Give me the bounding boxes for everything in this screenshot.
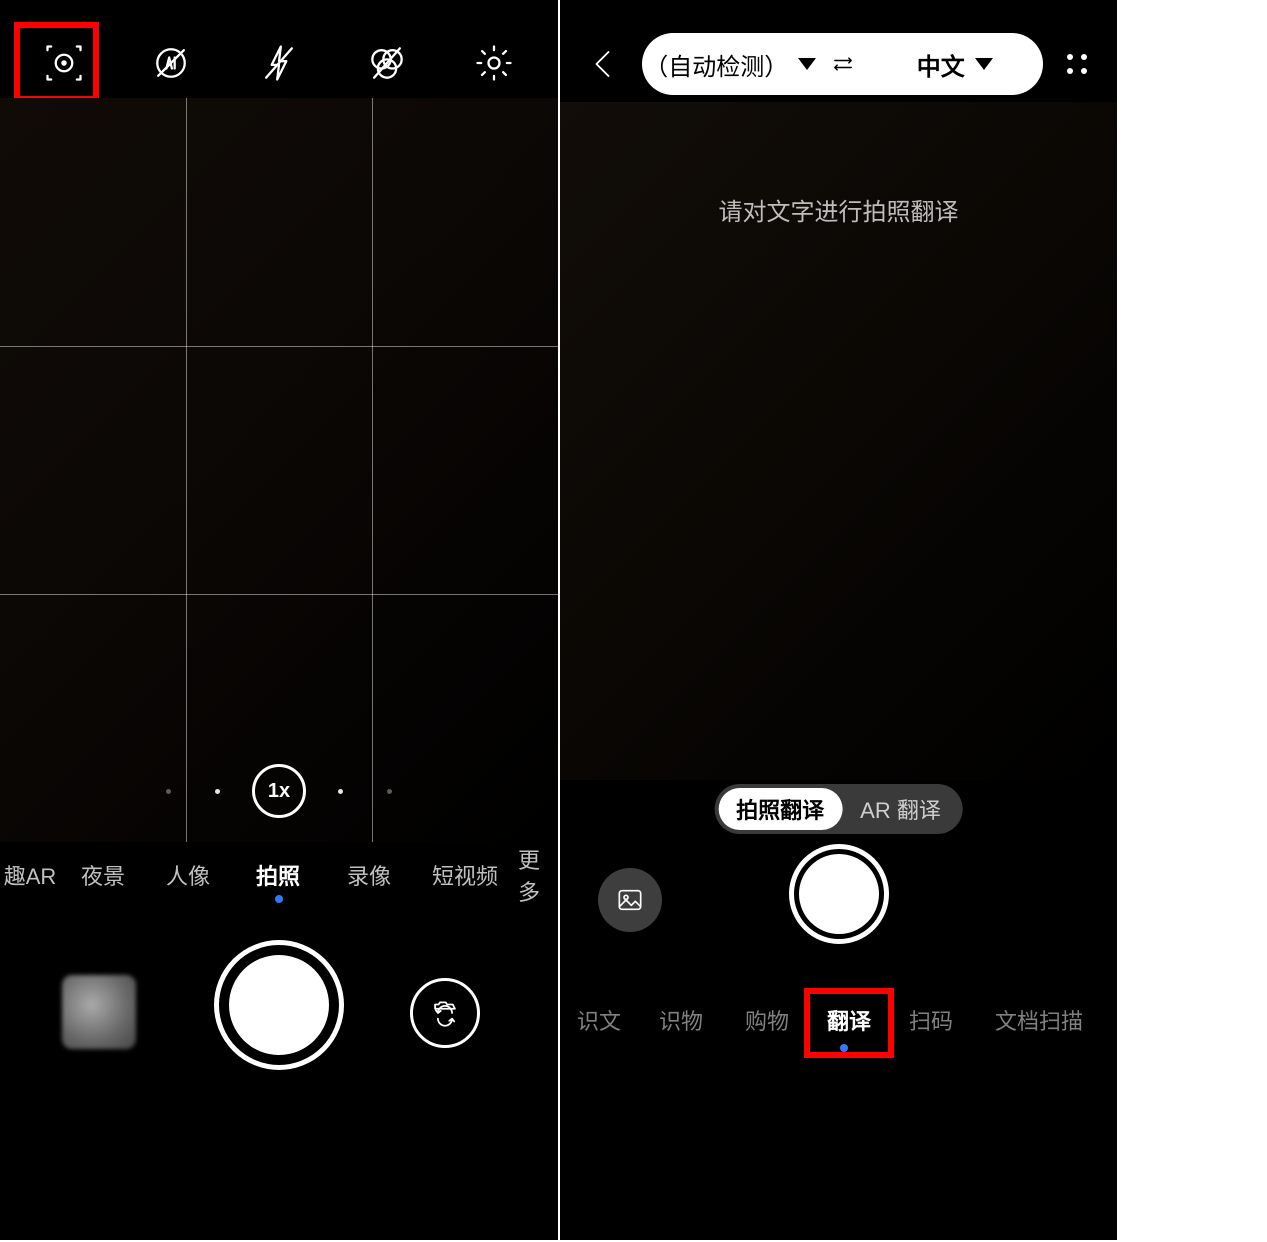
camera-mode-selector[interactable]: 趣AR 夜景 人像 拍照 录像 短视频 更多 [0,850,558,900]
capture-button[interactable] [789,844,889,944]
camera-app: 1x 趣AR 夜景 人像 拍照 录像 短视频 更多 [0,0,558,1240]
back-arrow-icon [586,46,622,82]
menu-button[interactable] [1055,54,1099,74]
zoom-step-dot [215,789,220,794]
mode-object[interactable]: 识物 [638,1000,724,1040]
source-language-dropdown[interactable]: （自动检测） [642,47,819,82]
instruction-text: 请对文字进行拍照翻译 [560,192,1117,227]
mode-short[interactable]: 短视频 [412,850,518,900]
scanner-app: （自动检测） 中文 [560,0,1117,1240]
translate-mode-switch[interactable]: 拍照翻译 AR 翻译 [714,784,963,834]
settings-icon [472,41,516,85]
mode-night[interactable]: 夜景 [60,850,146,900]
ai-off-icon [149,41,193,85]
zoom-level-badge[interactable]: 1x [252,764,306,818]
back-button[interactable] [578,38,630,90]
gallery-button[interactable] [598,868,662,932]
chevron-down-icon [975,58,993,70]
mode-qr[interactable]: 扫码 [888,1000,974,1040]
swap-icon [829,50,857,78]
mode-docscan[interactable]: 文档扫描 [974,1000,1104,1040]
mode-shopping[interactable]: 购物 [724,1000,810,1040]
filter-button[interactable] [357,33,417,93]
mode-photo[interactable]: 拍照 [230,850,326,900]
flash-button[interactable] [249,33,309,93]
target-language-dropdown[interactable]: 中文 [867,47,1044,82]
language-selector: （自动检测） 中文 [642,33,1043,95]
scanner-viewfinder[interactable]: 请对文字进行拍照翻译 [560,102,1117,780]
mode-ar[interactable]: 趣AR [0,850,60,900]
scanner-controls [560,844,1117,954]
camera-controls [0,940,558,1090]
source-language-label: （自动检测） [644,47,788,82]
chevron-down-icon [798,58,816,70]
image-icon [614,884,646,916]
zoom-level-text: 1x [268,780,290,803]
highlight-smart-lens [14,22,99,102]
swap-languages-button[interactable] [819,50,867,78]
mode-text[interactable]: 识文 [560,1000,638,1040]
scanner-toolbar: （自动检测） 中文 [560,26,1117,102]
target-language-label: 中文 [917,47,965,82]
mode-portrait[interactable]: 人像 [146,850,230,900]
switch-camera-icon [428,996,462,1030]
grid-icon [1067,54,1087,74]
highlight-translate-mode [804,988,894,1058]
mode-active-indicator [275,895,283,903]
mode-video[interactable]: 录像 [326,850,412,900]
zoom-step-dot [338,789,343,794]
ai-toggle-button[interactable] [141,33,201,93]
shutter-inner [229,955,329,1055]
switch-camera-button[interactable] [410,978,480,1048]
settings-button[interactable] [464,33,524,93]
gallery-thumbnail[interactable] [62,975,136,1049]
flash-off-icon [257,41,301,85]
shutter-button[interactable] [214,940,344,1070]
zoom-control[interactable]: 1x [0,764,558,818]
filter-off-icon [365,41,409,85]
camera-viewfinder[interactable]: 1x [0,98,558,842]
photo-translate-option[interactable]: 拍照翻译 [718,788,842,830]
mode-more[interactable]: 更多 [518,850,558,900]
zoom-step-dot [387,789,392,794]
ar-translate-option[interactable]: AR 翻译 [842,788,959,830]
capture-inner [799,854,879,934]
zoom-step-dot [166,789,171,794]
